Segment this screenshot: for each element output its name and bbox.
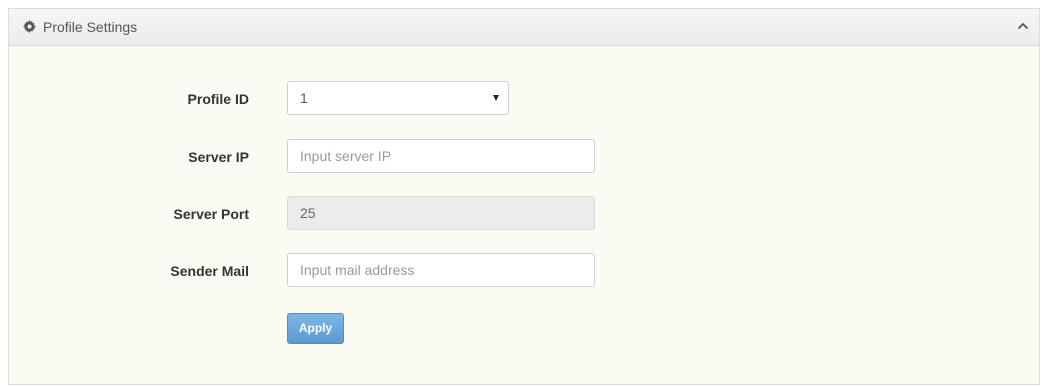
dropdown-arrow-icon xyxy=(493,95,499,101)
profile-id-label: Profile ID xyxy=(187,91,249,107)
profile-id-value: 1 xyxy=(300,90,308,106)
apply-button[interactable]: Apply xyxy=(287,313,344,344)
panel-title: Profile Settings xyxy=(43,19,138,35)
sender-mail-label: Sender Mail xyxy=(170,263,249,279)
chevron-up-icon[interactable] xyxy=(1017,21,1029,31)
gear-icon xyxy=(23,20,36,33)
sender-mail-input[interactable]: Input mail address xyxy=(287,253,595,287)
server-port-value: 25 xyxy=(300,205,316,221)
server-port-label: Server Port xyxy=(173,206,249,222)
sender-mail-placeholder: Input mail address xyxy=(300,262,415,278)
server-ip-label: Server IP xyxy=(188,149,249,165)
server-ip-input[interactable]: Input server IP xyxy=(287,139,595,173)
server-ip-placeholder: Input server IP xyxy=(300,148,392,164)
profile-id-select[interactable]: 1 xyxy=(287,81,509,115)
profile-settings-panel: Profile Settings Profile ID 1 Server IP … xyxy=(8,8,1040,385)
panel-header: Profile Settings xyxy=(9,9,1039,46)
server-port-input: 25 xyxy=(287,196,595,230)
